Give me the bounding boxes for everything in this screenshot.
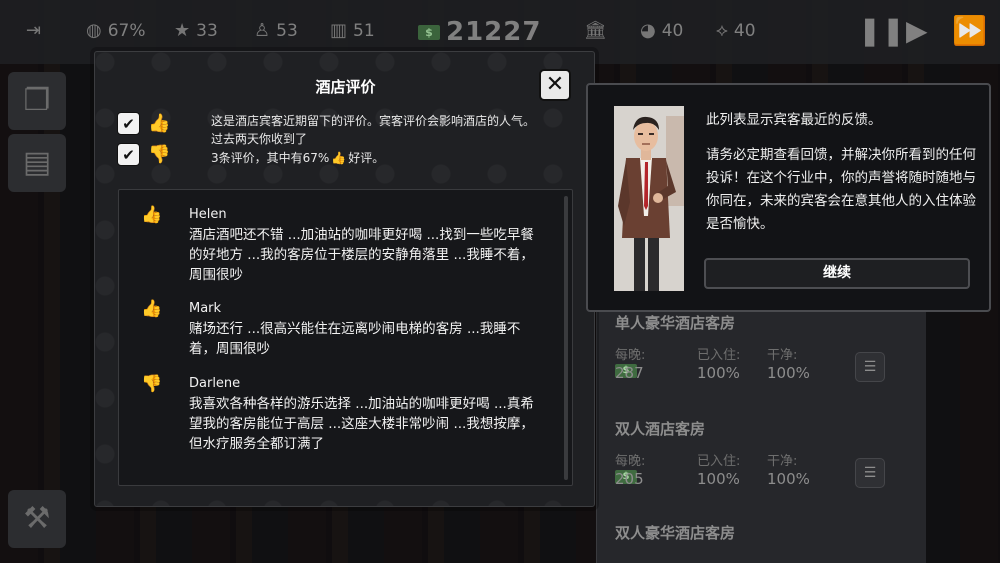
pie-chart-icon: ◕ <box>640 20 656 41</box>
thumbs-up-icon: 👍 <box>141 205 163 225</box>
stars-stat[interactable]: ★ 33 <box>174 18 218 44</box>
bank-button[interactable]: 🏛 <box>584 18 607 44</box>
thumbs-up-icon: 👍 <box>148 112 171 134</box>
reviewer-name: Darlene <box>189 376 241 391</box>
room-entry: 单人豪华酒店客房 每晚: 已入住: 干净: $287 100% 100% ☰ <box>615 312 915 382</box>
room-list-panel: 单人豪华酒店客房 每晚: 已入住: 干净: $287 100% 100% ☰ 双… <box>596 290 926 563</box>
layers-icon: ❐ <box>23 83 51 118</box>
person-icon: ♙ <box>254 20 271 41</box>
exit-icon[interactable]: ⇥ <box>26 18 41 44</box>
tools-icon: ⚒ <box>23 501 51 536</box>
handshake-stat[interactable]: ⟡ 40 <box>716 18 756 44</box>
pause-button[interactable]: ❚❚ <box>858 14 905 48</box>
stars-value: 33 <box>196 21 218 41</box>
handshake-value: 40 <box>733 21 756 41</box>
room-settings-button[interactable]: ☰ <box>855 458 885 488</box>
star-icon: ★ <box>174 20 191 41</box>
occupancy-label: 已入住: <box>697 454 741 469</box>
sliders-icon: ☰ <box>863 465 877 481</box>
price-label: 每晚: <box>615 454 646 469</box>
room-entry: 双人酒店客房 每晚: 已入住: 干净: $205 100% 100% ☰ <box>615 418 915 488</box>
money-stat[interactable]: $ 21227 <box>418 16 541 48</box>
review-list[interactable]: 👍 Helen 酒店酒吧还不错 ...加油站的咖啡更好喝 ...找到一些吃早餐的… <box>118 189 573 486</box>
advisor-line: 请务必定期查看回馈，并解决你所看到的任何投诉！在这个行业中，你的声誉将随时随地与… <box>706 147 976 232</box>
money-value: 21227 <box>446 17 542 47</box>
hotel-reviews-dialog: 酒店评价 ✕ ✔ 👍 ✔ 👎 这是酒店宾客近期留下的评价。宾客评价会影响酒店的人… <box>94 51 595 507</box>
advisor-tooltip: 此列表显示宾客最近的反馈。 请务必定期查看回馈，并解决你所看到的任何投诉！在这个… <box>586 83 991 312</box>
advisor-portrait <box>614 106 684 291</box>
guests-value: 53 <box>276 21 298 41</box>
occupancy-value: 100% <box>697 364 740 382</box>
intro-line: 过去两天你收到了 <box>211 132 308 146</box>
bank-icon: 🏛 <box>584 20 607 41</box>
fast-forward-button[interactable]: ⏩ <box>952 14 987 48</box>
positive-filter-checkbox[interactable]: ✔ <box>117 112 140 135</box>
dialog-title: 酒店评价 <box>315 78 376 96</box>
room-title: 双人酒店客房 <box>615 420 706 438</box>
staff-stat[interactable]: ▥ 51 <box>330 18 375 44</box>
price-value: 205 <box>615 470 644 488</box>
clean-label: 干净: <box>767 454 798 469</box>
review-text: 我喜欢各种各样的游乐选择 ...加油站的咖啡更好喝 ...真希望我的客房能位于高… <box>189 396 534 452</box>
document-money-icon: ▤ <box>22 145 52 180</box>
build-tools-button[interactable]: ⚒ <box>8 490 66 548</box>
negative-filter-checkbox[interactable]: ✔ <box>117 143 140 166</box>
pie-stat[interactable]: ◕ 40 <box>640 18 683 44</box>
review-text: 酒店酒吧还不错 ...加油站的咖啡更好喝 ...找到一些吃早餐的好地方 ...我… <box>189 227 534 283</box>
advisor-message: 此列表显示宾客最近的反馈。 请务必定期查看回馈，并解决你所看到的任何投诉！在这个… <box>706 109 976 236</box>
thumbs-down-icon: 👎 <box>141 374 163 394</box>
summary-text: 好评。 <box>348 151 385 165</box>
review-text: 赌场还行 ...很高兴能住在远离吵闹电梯的客房 ...我睡不着，周围很吵 <box>189 321 521 357</box>
room-entry: 双人豪华酒店客房 <box>615 522 915 543</box>
staff-icon: ▥ <box>330 20 348 41</box>
thumbs-up-icon: 👍 <box>141 299 163 319</box>
summary-text: 3条评价，其中有67% <box>211 151 330 165</box>
occupancy-value: 100% <box>697 470 740 488</box>
room-settings-button[interactable]: ☰ <box>855 352 885 382</box>
price-value: 287 <box>615 364 644 382</box>
rating-stat[interactable]: ◍ 67% <box>86 18 146 44</box>
occupancy-label: 已入住: <box>697 348 741 363</box>
close-button[interactable]: ✕ <box>539 69 571 101</box>
thumbs-down-icon: 👎 <box>148 143 171 165</box>
advisor-line: 此列表显示宾客最近的反馈。 <box>706 112 882 128</box>
clean-value: 100% <box>767 470 810 488</box>
room-title: 单人豪华酒店客房 <box>615 314 736 332</box>
continue-button[interactable]: 继续 <box>704 258 970 289</box>
reviews-intro: 这是酒店宾客近期留下的评价。宾客评价会影响酒店的人气。 过去两天你收到了 3条评… <box>211 112 571 168</box>
layers-button[interactable]: ❐ <box>8 72 66 130</box>
negative-filter[interactable]: ✔ 👎 <box>117 143 170 166</box>
thumbs-up-icon: 👍 <box>331 151 347 165</box>
price-label: 每晚: <box>615 348 646 363</box>
pie-value: 40 <box>661 21 684 41</box>
handshake-icon: ⟡ <box>716 20 728 41</box>
sliders-icon: ☰ <box>863 359 877 375</box>
review-summary: 3条评价，其中有67% 👍 好评。 <box>211 148 571 168</box>
play-button[interactable]: ▶ <box>906 14 928 48</box>
money-icon: $ <box>418 24 440 40</box>
finance-button[interactable]: ▤ <box>8 134 66 192</box>
clean-value: 100% <box>767 364 810 382</box>
staff-value: 51 <box>353 21 375 41</box>
clean-label: 干净: <box>767 348 798 363</box>
reviewer-name: Mark <box>189 301 222 316</box>
reviewer-name: Helen <box>189 207 227 222</box>
intro-line: 这是酒店宾客近期留下的评价。宾客评价会影响酒店的人气。 <box>211 114 536 128</box>
rating-value: 67% <box>107 21 146 41</box>
positive-filter[interactable]: ✔ 👍 <box>117 112 170 135</box>
review-scrollbar[interactable] <box>564 196 568 480</box>
room-title: 双人豪华酒店客房 <box>615 524 736 542</box>
guests-stat[interactable]: ♙ 53 <box>254 18 298 44</box>
globe-icon: ◍ <box>86 20 102 41</box>
